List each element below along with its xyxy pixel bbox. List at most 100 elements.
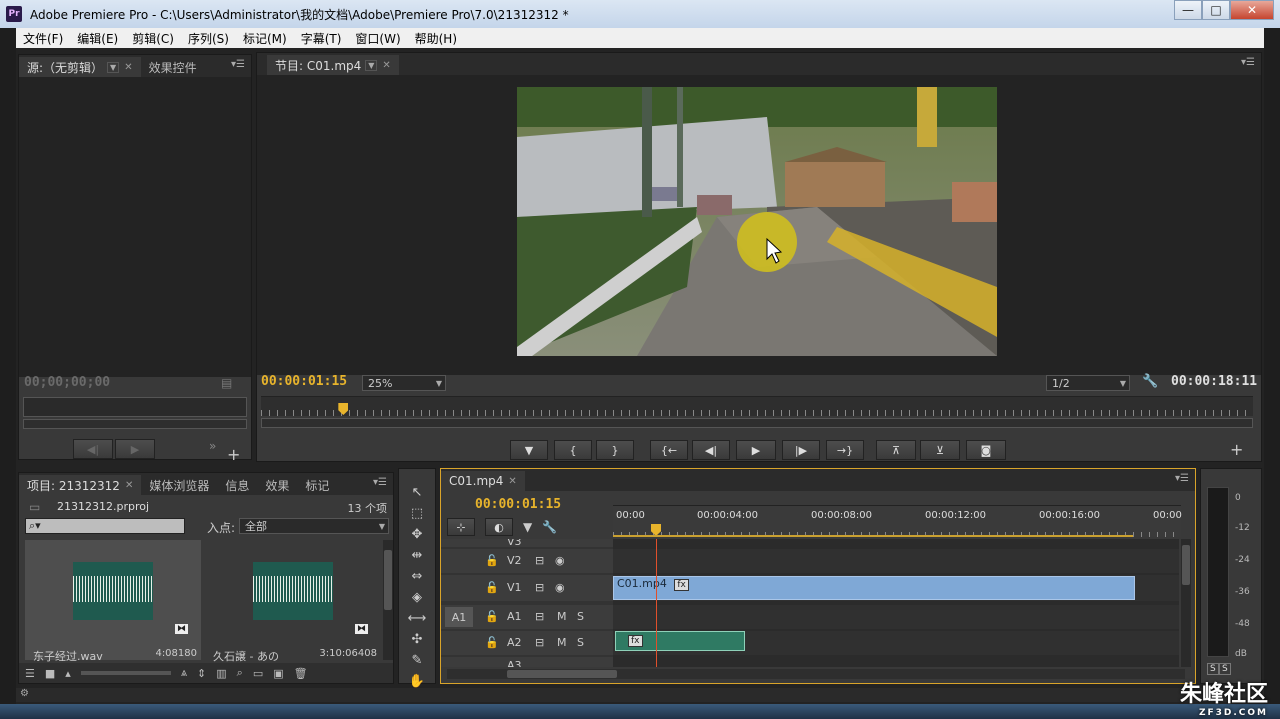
timeline-time-ruler[interactable]: 00:00 00:00:04:00 00:00:08:00 00:00:12:0… [613, 505, 1182, 537]
scrollbar-thumb[interactable] [384, 550, 392, 610]
track-header-v1[interactable]: 🔓 V1 ⊟ ◉ [441, 575, 613, 601]
trash-icon[interactable]: 🗑 [294, 667, 308, 680]
menu-help[interactable]: 帮助(H) [408, 30, 464, 47]
step-back-button[interactable]: ◀| [692, 440, 730, 460]
linked-selection-icon[interactable]: ◐ [485, 518, 513, 536]
source-timecode[interactable]: 00;00;00;00 [24, 375, 110, 390]
play-button[interactable]: ▶ [736, 440, 776, 460]
tab-effects[interactable]: 效果 [257, 475, 297, 495]
wrench-icon[interactable]: 🔧 [1142, 374, 1158, 389]
maximize-button[interactable]: □ [1202, 0, 1230, 20]
panel-menu-icon[interactable]: ▾☰ [1175, 473, 1189, 484]
lock-icon[interactable]: 🔓 [485, 581, 499, 594]
program-time-ruler[interactable] [261, 396, 1253, 416]
lock-icon[interactable]: 🔓 [485, 554, 499, 567]
slide-tool-icon[interactable]: ✣ [412, 632, 423, 647]
snap-icon[interactable]: ⊹ [447, 518, 475, 536]
play-button[interactable]: ▶ [115, 439, 155, 459]
menu-clip[interactable]: 剪辑(C) [125, 30, 181, 47]
chevron-down-icon[interactable]: ▼ [107, 61, 120, 73]
go-to-in-button[interactable]: {← [650, 440, 688, 460]
source-zoom-scrollbar[interactable] [23, 419, 247, 429]
sync-lock-icon[interactable]: ⊟ [535, 636, 544, 649]
sort-icon[interactable]: ⇕ [197, 667, 206, 680]
add-button-icon[interactable]: + [227, 445, 240, 464]
track-area[interactable]: C01.mp4 fx fx [613, 539, 1179, 667]
track-header-a2[interactable]: 🔓 A2 ⊟ M S [441, 631, 613, 655]
mute-button[interactable]: M [557, 610, 567, 623]
rate-stretch-tool-icon[interactable]: ⇔ [412, 569, 423, 584]
timeline-vertical-scrollbar[interactable] [1181, 539, 1191, 667]
search-input[interactable]: ⌕▾ [25, 518, 185, 534]
export-frame-button[interactable]: ◙ [966, 440, 1006, 460]
video-clip[interactable]: C01.mp4 fx [613, 576, 1135, 600]
status-icon[interactable]: ⚙ [20, 688, 29, 699]
tab-markers[interactable]: 标记 [297, 475, 337, 495]
find-icon[interactable]: ⌕ [237, 666, 243, 680]
timeline-horizontal-scrollbar[interactable] [447, 669, 1185, 679]
menu-title[interactable]: 字幕(T) [294, 30, 349, 47]
step-back-button[interactable]: ◀| [73, 439, 113, 459]
solo-left-button[interactable]: S [1207, 663, 1219, 675]
in-point-select[interactable]: 全部 ▼ [239, 518, 389, 534]
tab-effect-controls[interactable]: 效果控件 [141, 57, 205, 77]
rolling-edit-tool-icon[interactable]: ⇹ [412, 548, 423, 563]
menu-window[interactable]: 窗口(W) [348, 30, 407, 47]
add-marker-button[interactable]: ▼ [510, 440, 548, 460]
panel-menu-icon[interactable]: ▾☰ [231, 59, 245, 70]
mark-out-button[interactable]: } [596, 440, 634, 460]
thumbnail-zoom-slider[interactable] [80, 671, 171, 675]
new-item-icon[interactable]: ▣ [273, 667, 283, 680]
eye-icon[interactable]: ◉ [555, 554, 565, 567]
solo-button[interactable]: S [577, 636, 584, 649]
source-time-ruler[interactable] [23, 397, 247, 417]
track-header-v2[interactable]: 🔓 V2 ⊟ ◉ [441, 549, 613, 573]
panel-menu-icon[interactable]: ▾☰ [1241, 57, 1255, 68]
project-scrollbar[interactable] [383, 540, 393, 660]
tab-media-browser[interactable]: 媒体浏览器 [141, 475, 217, 495]
mute-button[interactable]: M [557, 636, 567, 649]
lock-icon[interactable]: 🔓 [485, 636, 499, 649]
playback-resolution-select[interactable]: 1/2 ▼ [1046, 375, 1130, 391]
close-icon[interactable]: ✕ [125, 480, 133, 491]
add-button-icon[interactable]: + [1230, 440, 1243, 459]
track-lane-a1[interactable] [613, 605, 1179, 629]
list-view-icon[interactable]: ☰ [25, 667, 35, 680]
ripple-edit-tool-icon[interactable]: ✥ [412, 527, 423, 542]
mark-in-button[interactable]: { [554, 440, 592, 460]
zoom-level-select[interactable]: 25% ▼ [362, 375, 446, 391]
source-track-a1[interactable]: A1 [445, 607, 473, 627]
zoom-in-icon[interactable]: ⩓ [181, 666, 187, 680]
lock-icon[interactable]: 🔓 [485, 610, 499, 623]
track-select-tool-icon[interactable]: ⬚ [411, 506, 423, 521]
menu-marker[interactable]: 标记(M) [236, 30, 294, 47]
expand-icon[interactable]: » [209, 439, 216, 453]
close-icon[interactable]: ✕ [124, 62, 132, 73]
solo-right-button[interactable]: S [1219, 663, 1231, 675]
selection-tool-icon[interactable]: ↖ [412, 485, 423, 500]
program-zoom-scrollbar[interactable] [261, 418, 1253, 428]
panel-menu-icon[interactable]: ▾☰ [373, 477, 387, 488]
razor-tool-icon[interactable]: ◈ [412, 590, 422, 605]
wrench-icon[interactable]: 🔧 [542, 520, 557, 534]
scrollbar-thumb[interactable] [1182, 545, 1190, 585]
zoom-out-icon[interactable]: ▴ [65, 667, 71, 680]
step-forward-button[interactable]: |▶ [782, 440, 820, 460]
sync-lock-icon[interactable]: ⊟ [535, 610, 544, 623]
tab-source[interactable]: 源:（无剪辑） ▼ ✕ [19, 57, 141, 77]
menu-sequence[interactable]: 序列(S) [181, 30, 236, 47]
automate-sequence-icon[interactable]: ▥ [216, 667, 226, 680]
add-marker-icon[interactable]: ▼ [523, 520, 532, 534]
timeline-current-time[interactable]: 00:00:01:15 [475, 497, 561, 512]
film-icon[interactable]: ▤ [221, 376, 232, 390]
tab-program[interactable]: 节目: C01.mp4 ▼ ✕ [267, 55, 399, 75]
scrollbar-thumb[interactable] [507, 670, 617, 678]
project-item-card[interactable]: ⧓ 久石譲 - あの 3:10:06408 [205, 540, 381, 663]
sync-lock-icon[interactable]: ⊟ [535, 554, 544, 567]
slip-tool-icon[interactable]: ⟷ [408, 611, 427, 626]
close-icon[interactable]: ✕ [382, 60, 390, 71]
icon-view-icon[interactable]: ■ [45, 667, 55, 680]
tab-project[interactable]: 项目: 21312312 ✕ [19, 475, 142, 495]
pen-tool-icon[interactable]: ✎ [412, 653, 423, 668]
new-bin-icon[interactable]: ▭ [253, 667, 263, 680]
